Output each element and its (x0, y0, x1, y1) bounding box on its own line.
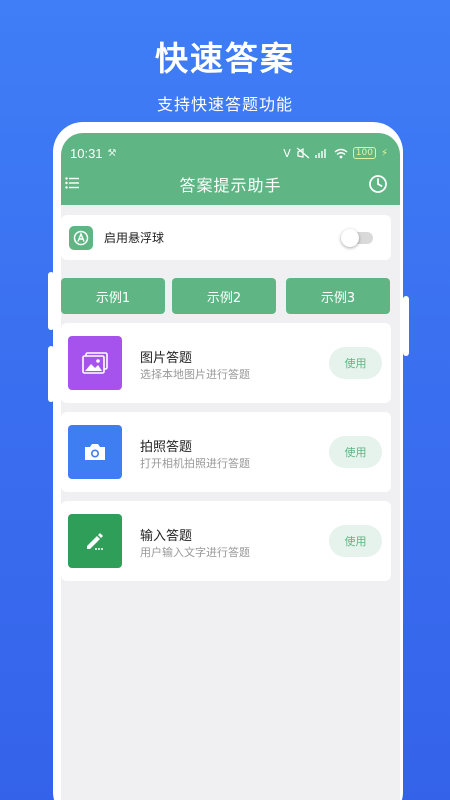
feature-text-answer: 输入答题 用户输入文字进行答题 使用 (61, 501, 391, 581)
menu-icon[interactable] (65, 177, 79, 189)
camera-icon (68, 425, 122, 479)
feature-title: 拍照答题 (140, 440, 193, 455)
feature-description: 选择本地图片进行答题 (140, 368, 250, 381)
feature-title: 图片答题 (140, 351, 193, 366)
hero-subtitle: 支持快速答题功能 (156, 95, 293, 114)
float-ball-row: 启用悬浮球 (61, 215, 391, 260)
wifi-icon (334, 148, 348, 158)
battery-indicator: 100 (352, 147, 376, 159)
signal-icon (314, 149, 326, 158)
toggle-knob (341, 228, 359, 247)
status-bar: 10:31 ⚒ ᐯ 100 ⚡ (70, 145, 388, 161)
float-ball-toggle[interactable] (341, 228, 373, 247)
example-1-button[interactable]: 示例1 (61, 278, 165, 314)
phone-side-button (48, 272, 54, 330)
feature-photo-answer: 拍照答题 打开相机拍照进行答题 使用 (61, 412, 391, 492)
use-text-answer-button[interactable]: 使用 (329, 525, 382, 557)
example-3-button[interactable]: 示例3 (286, 278, 390, 314)
status-time: 10:31 (70, 145, 103, 161)
app-screen: 10:31 ⚒ ᐯ 100 ⚡ 答案提示助手 启用悬浮球 示例1 示例2 示例3… (61, 133, 400, 800)
pencil-icon (68, 514, 122, 568)
feature-description: 用户输入文字进行答题 (140, 546, 250, 559)
float-ball-label: 启用悬浮球 (104, 231, 165, 245)
wrench-icon: ⚒ (107, 147, 117, 159)
feature-image-answer: 图片答题 选择本地图片进行答题 使用 (61, 323, 391, 403)
feature-title: 输入答题 (140, 529, 193, 544)
app-bar: 答案提示助手 (61, 169, 400, 199)
mute-icon (296, 147, 310, 159)
app-title: 答案提示助手 (179, 176, 282, 195)
example-2-button[interactable]: 示例2 (172, 278, 276, 314)
feature-description: 打开相机拍照进行答题 (140, 457, 250, 470)
use-photo-answer-button[interactable]: 使用 (329, 436, 382, 468)
app-logo-icon (69, 225, 93, 250)
app-header: 10:31 ⚒ ᐯ 100 ⚡ 答案提示助手 (61, 133, 400, 205)
hero-title: 快速答案 (155, 39, 295, 78)
image-icon (68, 336, 122, 390)
phone-side-button (403, 296, 409, 356)
phone-side-button (48, 346, 54, 402)
examples-row: 示例1 示例2 示例3 (61, 278, 400, 314)
charging-icon: ⚡ (380, 147, 388, 159)
use-image-answer-button[interactable]: 使用 (329, 347, 382, 379)
history-clock-icon[interactable] (368, 174, 388, 194)
bluetooth-icon: ᐯ (283, 146, 291, 160)
